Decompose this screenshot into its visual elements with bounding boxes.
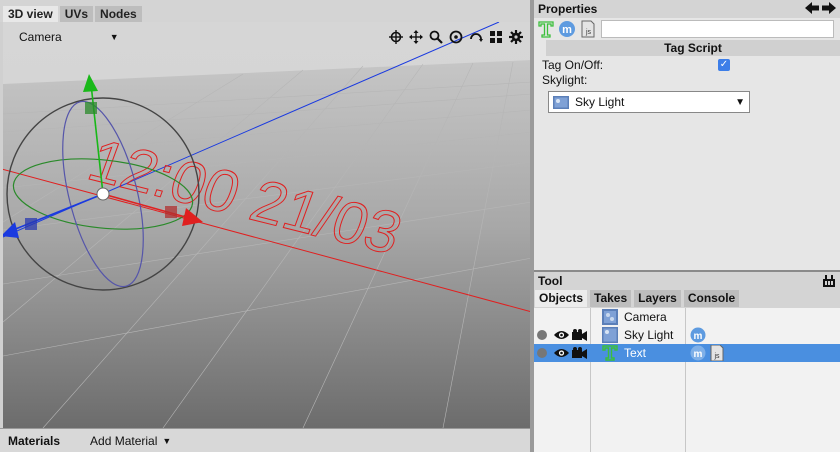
svg-text:js: js — [585, 29, 592, 36]
tab-uvs[interactable]: UVs — [59, 6, 94, 22]
list-item-sky-light[interactable]: Sky Light m — [534, 326, 840, 344]
viewport-toolbar — [388, 29, 524, 45]
back-arrow-icon[interactable] — [805, 1, 819, 15]
object-list: Camera Sky Light m Text m js — [534, 308, 840, 452]
tag-on-off-label: Tag On/Off: — [542, 58, 604, 72]
viewport-scene: 12:00 21/03 — [3, 22, 532, 428]
target-icon[interactable] — [388, 29, 404, 45]
object-dot-icon[interactable] — [537, 348, 547, 358]
skylight-row: Skylight: — [542, 73, 840, 88]
tab-console[interactable]: Console — [683, 290, 740, 307]
render-camera-icon[interactable] — [572, 329, 587, 341]
camera-select-value: Camera — [19, 30, 62, 44]
object-name: Text — [624, 346, 647, 360]
properties-title: Properties — [538, 2, 598, 16]
tool-title: Tool — [538, 274, 563, 288]
app-window: 3D view UVs Nodes 12:00 21/03 Camera ▼ M… — [0, 0, 840, 452]
move-icon[interactable] — [408, 29, 424, 45]
tag-name-field[interactable] — [601, 20, 834, 38]
objects-tabs: Objects Takes Layers Console — [534, 290, 840, 308]
chevron-down-icon: ▼ — [109, 32, 119, 42]
render-camera-icon[interactable] — [572, 347, 587, 359]
svg-text:js: js — [713, 353, 720, 360]
history-arrows — [805, 1, 836, 15]
list-item-text[interactable]: Text m js — [534, 344, 840, 362]
script-tag-icon[interactable]: js — [579, 20, 597, 38]
properties-panel: Properties m js Tag Script Tag On/Off: ✓ — [534, 0, 840, 452]
skylight-select-value: Sky Light — [575, 95, 625, 109]
text-object-icon — [602, 345, 618, 361]
tab-3d-view[interactable]: 3D view — [3, 6, 58, 22]
zoom-icon[interactable] — [428, 29, 444, 45]
script-tag-icon[interactable]: js — [709, 345, 725, 361]
svg-text:m: m — [694, 349, 703, 360]
forward-arrow-icon[interactable] — [822, 1, 836, 15]
viewport-tabs: 3D view UVs Nodes — [0, 0, 532, 22]
object-name: Sky Light — [624, 328, 674, 342]
tag-on-off-checkbox[interactable]: ✓ — [718, 59, 730, 71]
svg-text:m: m — [694, 331, 703, 342]
sky-light-icon — [602, 327, 618, 343]
list-item-camera[interactable]: Camera — [534, 308, 840, 326]
chevron-down-icon[interactable]: ▼ — [162, 436, 171, 446]
section-title: Tag Script — [546, 40, 840, 56]
object-dot-icon[interactable] — [537, 330, 547, 340]
materials-bar: Materials Add Material ▼ — [0, 428, 532, 452]
tab-takes[interactable]: Takes — [590, 290, 632, 307]
orbit-icon[interactable] — [448, 29, 464, 45]
add-material-button[interactable]: Add Material — [90, 434, 157, 448]
tag-script-properties: Tag On/Off: ✓ Skylight: Sky Light ▼ — [534, 56, 840, 286]
tab-objects[interactable]: Objects — [535, 290, 588, 307]
property-tag-tabs: m js — [534, 18, 840, 40]
rotate-icon[interactable] — [468, 29, 484, 45]
eye-icon[interactable] — [554, 347, 569, 359]
viewport-panel: 3D view UVs Nodes 12:00 21/03 Camera ▼ M… — [0, 0, 532, 452]
svg-text:m: m — [562, 24, 572, 36]
skylight-select[interactable]: Sky Light ▼ — [548, 91, 750, 113]
tool-header: Tool — [534, 270, 840, 290]
tab-layers[interactable]: Layers — [634, 290, 681, 307]
material-tag-icon[interactable]: m — [558, 20, 576, 38]
sky-light-icon — [553, 95, 569, 109]
ground-plane — [3, 60, 532, 428]
tab-nodes[interactable]: Nodes — [95, 6, 142, 22]
chevron-down-icon: ▼ — [735, 96, 745, 108]
camera-object-icon — [602, 309, 618, 325]
properties-header: Properties — [534, 0, 840, 18]
materials-title: Materials — [8, 433, 61, 448]
object-name: Camera — [624, 310, 667, 324]
gear-icon[interactable] — [508, 29, 524, 45]
text-tag-icon[interactable] — [537, 20, 555, 38]
material-tag-icon[interactable]: m — [690, 327, 706, 343]
eye-icon[interactable] — [554, 329, 569, 341]
tool-icon[interactable] — [823, 275, 835, 287]
material-tag-icon[interactable]: m — [690, 345, 706, 361]
tag-on-off-row: Tag On/Off: ✓ — [542, 58, 840, 73]
camera-select[interactable]: Camera ▼ — [19, 30, 119, 44]
grid-icon[interactable] — [488, 29, 504, 45]
skylight-label: Skylight: — [542, 73, 588, 87]
3d-viewport[interactable]: 12:00 21/03 Camera ▼ — [3, 22, 532, 428]
